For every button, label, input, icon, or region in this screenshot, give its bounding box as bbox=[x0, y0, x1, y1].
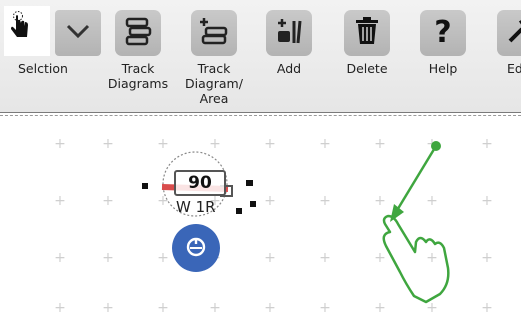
add-track-icon bbox=[274, 16, 304, 50]
turnout-control-badge[interactable] bbox=[172, 224, 220, 272]
track-diagrams-label: Track Diagrams bbox=[107, 61, 169, 91]
track-diagram-canvas[interactable]: ++++++++++++++++++++++++++++++++++++ 90 … bbox=[0, 116, 521, 315]
edit-wrench-icon bbox=[506, 17, 521, 49]
delete-label: Delete bbox=[346, 61, 388, 76]
grid-plus-marker: + bbox=[102, 300, 114, 315]
grid-plus-marker: + bbox=[54, 136, 66, 152]
grid-plus-marker: + bbox=[319, 136, 331, 152]
grid-plus-marker: + bbox=[54, 250, 66, 266]
grid-plus-marker: + bbox=[264, 136, 276, 152]
hand-cursor-icon bbox=[8, 10, 34, 44]
help-label: Help bbox=[428, 61, 458, 76]
grid-plus-marker: + bbox=[102, 250, 114, 266]
add-label: Add bbox=[276, 61, 302, 76]
grid-plus-marker: + bbox=[54, 300, 66, 315]
grid-plus-marker: + bbox=[157, 250, 169, 266]
help-icon: ? bbox=[434, 15, 452, 50]
grid-plus-marker: + bbox=[102, 136, 114, 152]
gauge-icon bbox=[185, 235, 207, 261]
grid-plus-marker: + bbox=[264, 193, 276, 209]
toolbar: Selction Track Diagrams Track Diagram/ A… bbox=[0, 0, 521, 112]
trash-icon bbox=[353, 16, 381, 50]
grid-plus-marker: + bbox=[209, 300, 221, 315]
grid-plus-marker: + bbox=[319, 250, 331, 266]
edit-label: Ed bbox=[507, 61, 521, 76]
grid-plus-marker: + bbox=[264, 300, 276, 315]
tap-gesture-hint bbox=[382, 141, 450, 304]
track-diagram-area-label: Track Diagram/ Area bbox=[185, 61, 243, 106]
track-diagrams-icon bbox=[123, 16, 153, 50]
toolbar-divider bbox=[0, 112, 521, 113]
track-diagram-area-icon bbox=[198, 16, 230, 50]
selection-label: Selction bbox=[18, 61, 68, 76]
grid-plus-marker: + bbox=[319, 300, 331, 315]
turnout-name: W 1R bbox=[176, 198, 216, 216]
grid-plus-marker: + bbox=[264, 250, 276, 266]
grid-plus-marker: + bbox=[54, 193, 66, 209]
chevron-down-icon bbox=[65, 23, 91, 43]
grid-plus-marker: + bbox=[102, 193, 114, 209]
turnout-address: 90 bbox=[188, 173, 212, 193]
turnout-address-box: 90 bbox=[174, 170, 226, 196]
grid-plus-marker: + bbox=[319, 193, 331, 209]
grid-plus-marker: + bbox=[157, 300, 169, 315]
